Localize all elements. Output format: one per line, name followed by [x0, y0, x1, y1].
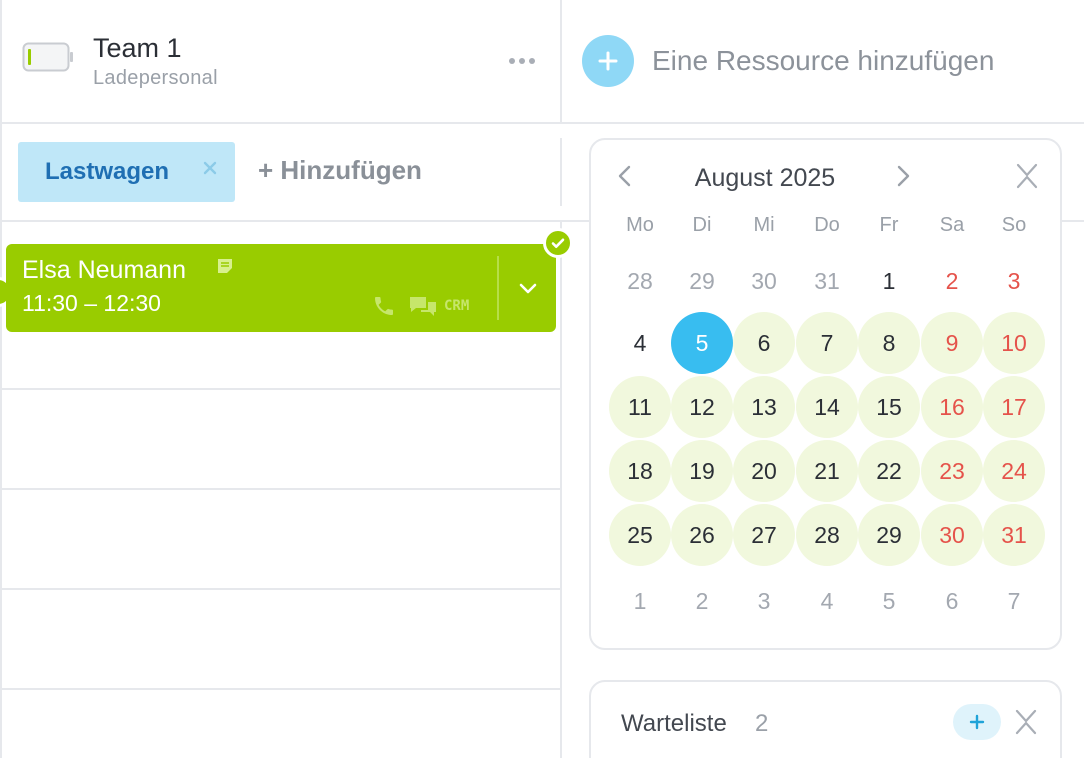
column-divider	[560, 220, 562, 758]
calendar-day[interactable]: 29	[858, 504, 920, 566]
calendar-day[interactable]: 7	[983, 570, 1045, 632]
calendar-day[interactable]: 27	[733, 504, 795, 566]
calendar-day[interactable]: 13	[733, 376, 795, 438]
chevron-down-icon[interactable]	[516, 276, 540, 300]
weekday-label: Di	[692, 214, 712, 236]
calendar-day[interactable]: 7	[796, 312, 858, 374]
phone-icon[interactable]	[372, 294, 396, 318]
chevron-right-icon[interactable]	[891, 162, 915, 190]
check-icon	[543, 228, 573, 258]
weekday-label: Do	[814, 214, 840, 236]
column-divider	[560, 0, 562, 124]
calendar-day[interactable]: 4	[796, 570, 858, 632]
weekday-label: Fr	[879, 214, 899, 236]
calendar-day[interactable]: 2	[671, 570, 733, 632]
calendar-day[interactable]: 21	[796, 440, 858, 502]
calendar-day[interactable]: 8	[858, 312, 920, 374]
plus-icon	[969, 714, 985, 730]
calendar-day[interactable]: 12	[671, 376, 733, 438]
slot-line	[0, 688, 560, 690]
waitlist-title: Warteliste	[621, 710, 727, 737]
calendar-day[interactable]: 28	[796, 504, 858, 566]
add-resource-button[interactable]: Eine Ressource hinzufügen	[582, 35, 994, 87]
chat-icon[interactable]	[408, 294, 438, 318]
calendar-day[interactable]: 9	[921, 312, 983, 374]
calendar-day[interactable]: 5	[858, 570, 920, 632]
waitlist-count: 2	[755, 710, 769, 737]
calendar-day[interactable]: 28	[609, 250, 671, 312]
calendar-day[interactable]: 31	[796, 250, 858, 312]
collapse-icon[interactable]	[1013, 708, 1039, 736]
note-icon	[218, 259, 232, 273]
calendar-day[interactable]: 15	[858, 376, 920, 438]
slot-line	[0, 488, 560, 490]
calendar-day[interactable]: 4	[609, 312, 671, 374]
battery-icon	[22, 42, 73, 72]
add-resource-label: Eine Ressource hinzufügen	[652, 45, 995, 76]
tag-lastwagen[interactable]: Lastwagen	[18, 142, 235, 202]
calendar-day[interactable]: 6	[733, 312, 795, 374]
calendar-day[interactable]: 16	[921, 376, 983, 438]
calendar-day[interactable]: 22	[858, 440, 920, 502]
resource-name[interactable]: Team 1	[93, 33, 182, 64]
resource-header: Team 1 Ladepersonal	[0, 0, 560, 122]
tags-divider	[1062, 220, 1084, 222]
tags-divider	[0, 220, 590, 222]
calendar-day[interactable]: 29	[671, 250, 733, 312]
calendar-day[interactable]: 1	[609, 570, 671, 632]
resource-subtitle: Ladepersonal	[93, 67, 218, 89]
calendar-day[interactable]: 30	[921, 504, 983, 566]
slot-line	[0, 588, 560, 590]
divider	[497, 256, 499, 320]
calendar-day[interactable]: 17	[983, 376, 1045, 438]
plus-icon	[582, 35, 634, 87]
booking-name: Elsa Neumann	[22, 256, 186, 284]
calendar-day[interactable]: 20	[733, 440, 795, 502]
add-waitlist-button[interactable]	[953, 704, 1001, 740]
calendar-day[interactable]: 3	[983, 250, 1045, 312]
calendar-day[interactable]: 14	[796, 376, 858, 438]
calendar-day[interactable]: 26	[671, 504, 733, 566]
calendar-day[interactable]: 2	[921, 250, 983, 312]
calendar-widget: August 2025 Mo Di Mi Do Fr Sa So 28 29 30 31 1 2 3 4 5…	[589, 138, 1062, 650]
calendar-day[interactable]: 10	[983, 312, 1045, 374]
collapse-icon[interactable]	[1014, 162, 1040, 190]
calendar-day[interactable]: 30	[733, 250, 795, 312]
booking-card[interactable]: Elsa Neumann 11:30 – 12:30 CRM	[6, 244, 556, 332]
calendar-day[interactable]: 3	[733, 570, 795, 632]
calendar-day[interactable]: 23	[921, 440, 983, 502]
calendar-day[interactable]: 25	[609, 504, 671, 566]
calendar-day[interactable]: 6	[921, 570, 983, 632]
calendar-day[interactable]: 31	[983, 504, 1045, 566]
weekday-label: Sa	[939, 214, 965, 236]
more-options-icon[interactable]	[504, 50, 540, 72]
calendar-day[interactable]: 19	[671, 440, 733, 502]
calendar-day-selected[interactable]: 5	[671, 312, 733, 374]
calendar-day[interactable]: 11	[609, 376, 671, 438]
header-divider	[0, 122, 1084, 124]
calendar-day[interactable]: 1	[858, 250, 920, 312]
add-tag-button[interactable]: + Hinzufügen	[258, 155, 422, 186]
waitlist-panel: Warteliste 2	[589, 680, 1062, 758]
weekday-label: So	[1001, 214, 1027, 236]
calendar-day[interactable]: 24	[983, 440, 1045, 502]
booking-time: 11:30 – 12:30	[22, 290, 161, 316]
crm-label[interactable]: CRM	[444, 298, 469, 314]
weekday-label: Mo	[626, 214, 654, 236]
column-divider	[560, 138, 562, 206]
close-icon[interactable]	[201, 159, 219, 177]
slot-line	[0, 388, 560, 390]
calendar-month-title[interactable]: August 2025	[651, 164, 879, 193]
weekday-label: Mi	[753, 214, 775, 236]
chevron-left-icon[interactable]	[613, 162, 637, 190]
tag-label: Lastwagen	[45, 158, 170, 185]
calendar-day[interactable]: 18	[609, 440, 671, 502]
